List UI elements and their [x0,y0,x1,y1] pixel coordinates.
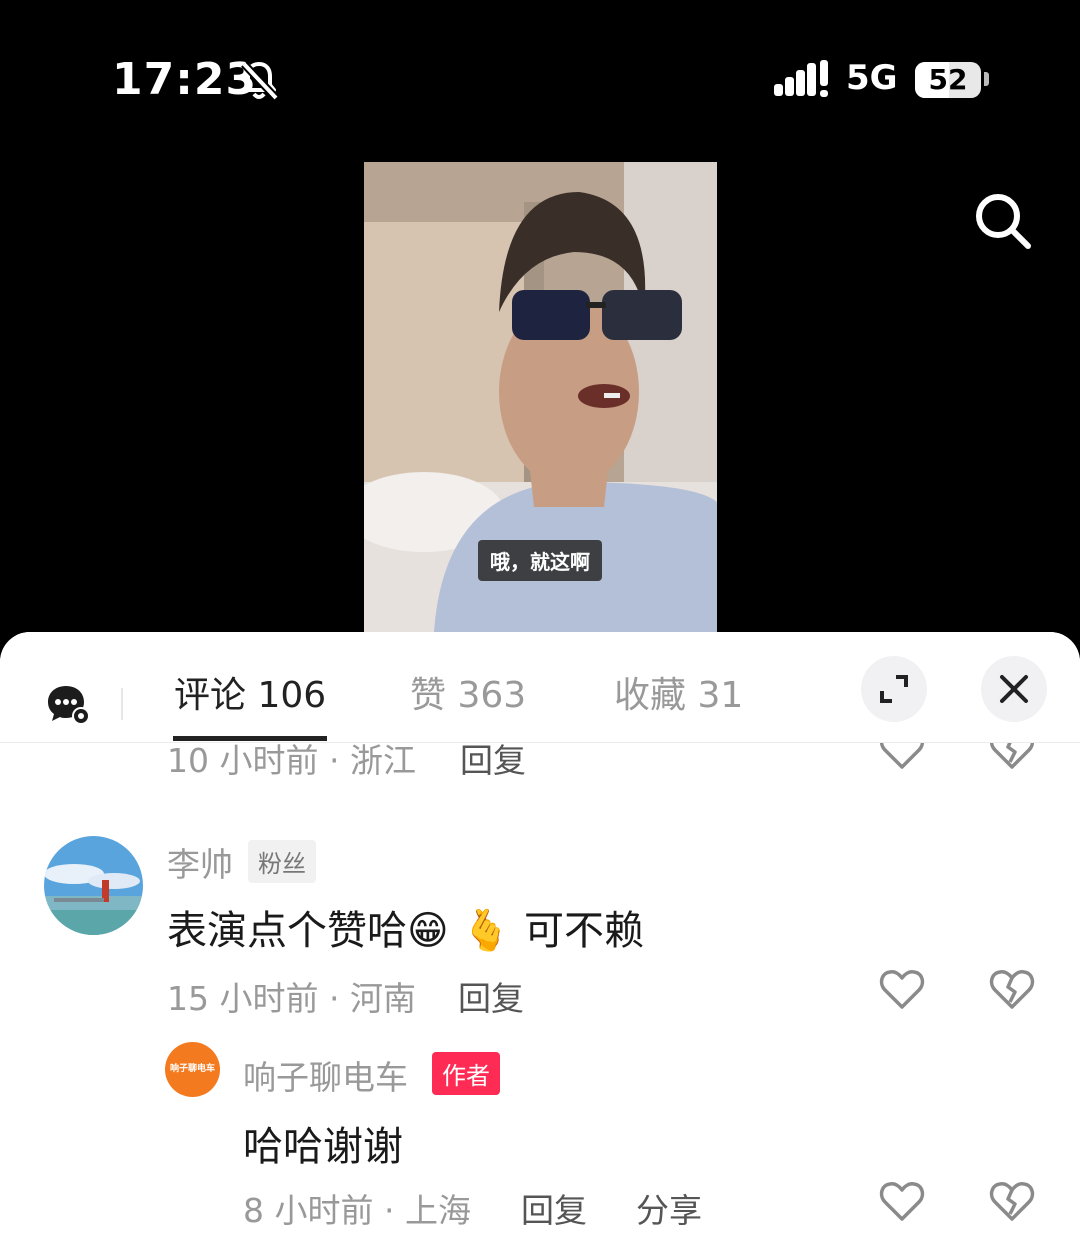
divider [121,688,123,720]
finger-heart-emoji: 🫰 [461,908,512,954]
comment-username[interactable]: 李帅 [167,838,233,886]
comment-sheet: 评论 106 赞 363 收藏 31 10 小时前 · 浙江 回复 李帅 粉丝 … [0,632,1080,1251]
heart-icon[interactable] [879,968,925,1014]
comment-text: 表演点个赞哈😁 🫰 可不赖 [167,898,644,956]
comment-text-main: 表演点个赞哈 [167,908,407,954]
battery-percent: 52 [928,63,968,96]
author-avatar[interactable]: 响子聊电车 [165,1042,220,1097]
comment-username[interactable]: 响子聊电车 [243,1051,408,1099]
grin-emoji: 😁 [407,908,449,954]
comment-text-tail: 可不赖 [523,908,644,954]
reply-button[interactable]: 回复 [458,972,524,1020]
comment-text: 哈哈谢谢 [243,1124,403,1170]
comment-tabs-bar: 评论 106 赞 363 收藏 31 [0,632,1080,743]
fan-badge: 粉丝 [248,840,316,883]
search-icon[interactable] [972,190,1034,256]
expand-icon [880,675,908,703]
video-player[interactable]: 哦，就这啊 [364,162,717,632]
avatar-logo-text: 响子聊电车 [169,1064,215,1074]
bell-muted-icon [238,58,280,106]
network-type: 5G [846,58,898,98]
chat-settings-icon[interactable] [46,684,92,730]
heart-icon[interactable] [879,1180,925,1226]
status-time: 17:23 [112,54,258,105]
comment-meta: 15 小时前 · 河南 [167,979,416,1018]
reply-button[interactable]: 回复 [521,1184,587,1232]
avatar[interactable] [44,836,143,935]
dislike-icon[interactable] [989,968,1035,1014]
close-icon [1000,675,1028,703]
active-tab-indicator [173,736,327,741]
close-button[interactable] [981,656,1047,722]
comment-meta: 8 小时前 · 上海 [243,1191,471,1230]
battery-indicator: 52 [915,62,981,98]
share-button[interactable]: 分享 [636,1184,702,1232]
video-subtitle: 哦，就这啊 [478,540,602,581]
tab-favorites[interactable]: 收藏 31 [614,666,743,718]
signal-icon [774,60,830,104]
tab-likes[interactable]: 赞 363 [410,666,526,718]
battery-tip [984,72,989,86]
tab-comments[interactable]: 评论 106 [174,666,326,718]
expand-button[interactable] [861,656,927,722]
dislike-icon[interactable] [989,1180,1035,1226]
author-badge: 作者 [432,1052,500,1095]
